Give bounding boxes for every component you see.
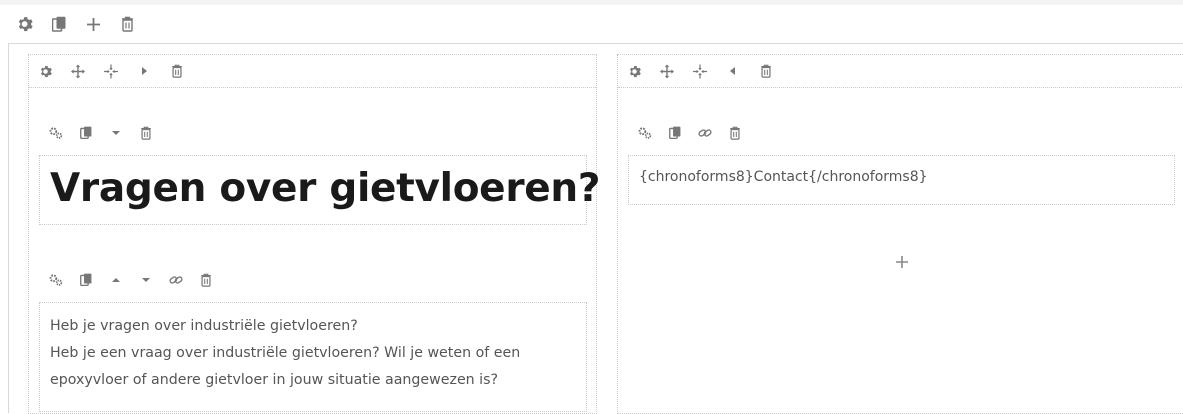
- resize-icon[interactable]: [693, 63, 707, 79]
- form-shortcode: {chronoforms8}Contact{/chronoforms8}: [639, 169, 928, 185]
- trash-icon[interactable]: [759, 63, 773, 79]
- right-column-header: [618, 55, 1183, 88]
- copy-icon[interactable]: [79, 273, 93, 287]
- left-column: Vragen over gietvloeren? Heb je vragen o…: [28, 54, 601, 414]
- plus-icon[interactable]: [893, 253, 911, 271]
- left-column-header: [29, 55, 596, 88]
- text-line: epoxyvloer of andere gietvloer in jouw s…: [50, 372, 499, 388]
- text-line: Heb je een vraag over industriële gietvl…: [50, 345, 521, 361]
- page-title: Vragen over gietvloeren?: [50, 166, 601, 211]
- link-icon[interactable]: [169, 273, 183, 287]
- gears-icon[interactable]: [49, 126, 63, 140]
- heading-element[interactable]: Vragen over gietvloeren?: [39, 155, 601, 225]
- trash-icon[interactable]: [118, 14, 136, 34]
- form-element-toolbar: [638, 126, 758, 140]
- caret-right-icon[interactable]: [137, 63, 151, 79]
- resize-icon[interactable]: [104, 63, 118, 79]
- plus-icon[interactable]: [84, 14, 102, 34]
- gear-icon[interactable]: [38, 63, 52, 79]
- text-content: Heb je vragen over industriële gietvloer…: [50, 313, 520, 394]
- gears-icon[interactable]: [638, 126, 652, 140]
- right-column-toolbar: [627, 63, 792, 79]
- move-icon[interactable]: [71, 63, 85, 79]
- heading-element-toolbar: [49, 126, 169, 140]
- caret-down-icon[interactable]: [139, 273, 153, 287]
- copy-icon[interactable]: [668, 126, 682, 140]
- trash-icon[interactable]: [170, 63, 184, 79]
- text-element-toolbar: [49, 273, 229, 287]
- trash-icon[interactable]: [728, 126, 742, 140]
- top-strip: [0, 0, 1183, 5]
- gear-icon[interactable]: [627, 63, 641, 79]
- move-icon[interactable]: [660, 63, 674, 79]
- copy-icon[interactable]: [79, 126, 93, 140]
- text-element[interactable]: Heb je vragen over industriële gietvloer…: [39, 302, 587, 412]
- caret-down-icon[interactable]: [109, 126, 123, 140]
- left-column-toolbar: [38, 63, 203, 79]
- trash-icon[interactable]: [199, 273, 213, 287]
- link-icon[interactable]: [698, 126, 712, 140]
- right-column: {chronoforms8}Contact{/chronoforms8}: [617, 54, 1183, 414]
- text-line: Heb je vragen over industriële gietvloer…: [50, 318, 358, 334]
- copy-icon[interactable]: [50, 14, 68, 34]
- caret-left-icon[interactable]: [726, 63, 740, 79]
- trash-icon[interactable]: [139, 126, 153, 140]
- section-toolbar: [16, 14, 152, 34]
- gears-icon[interactable]: [49, 273, 63, 287]
- form-element[interactable]: {chronoforms8}Contact{/chronoforms8}: [628, 155, 1175, 205]
- caret-up-icon[interactable]: [109, 273, 123, 287]
- gear-icon[interactable]: [16, 14, 34, 34]
